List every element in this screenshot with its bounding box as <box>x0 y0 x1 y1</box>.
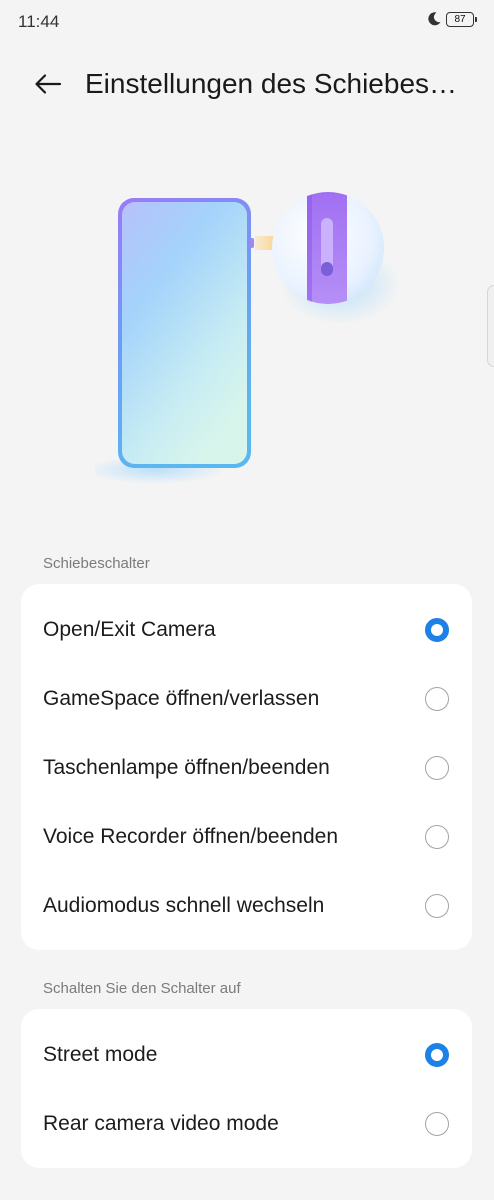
section-label-slider: Schiebeschalter <box>43 555 150 572</box>
option-label: Audiomodus schnell wechseln <box>43 893 325 917</box>
option-label: Open/Exit Camera <box>43 617 216 641</box>
radio-unselected[interactable] <box>425 824 449 849</box>
slider-illustration <box>95 192 400 484</box>
option-voice-recorder[interactable]: Voice Recorder öffnen/beenden <box>21 802 472 871</box>
radio-selected[interactable] <box>425 617 449 642</box>
option-label: Street mode <box>43 1042 158 1066</box>
option-label: Voice Recorder öffnen/beenden <box>43 824 339 848</box>
radio-unselected[interactable] <box>425 755 449 780</box>
radio-unselected[interactable] <box>425 893 449 918</box>
option-label: Rear camera video mode <box>43 1111 279 1135</box>
option-label: Taschenlampe öffnen/beenden <box>43 755 330 779</box>
status-bar: 11:44 87 <box>0 0 494 44</box>
status-time: 11:44 <box>18 12 60 31</box>
option-gamespace[interactable]: GameSpace öffnen/verlassen <box>21 664 472 733</box>
radio-selected[interactable] <box>425 1042 449 1067</box>
back-button[interactable] <box>28 66 68 102</box>
battery-level: 87 <box>454 13 466 25</box>
option-street-mode[interactable]: Street mode <box>21 1020 472 1089</box>
moon-icon <box>428 12 441 26</box>
page-title: Einstellungen des Schiebeschalters <box>85 68 470 99</box>
option-rear-camera-video[interactable]: Rear camera video mode <box>21 1089 472 1158</box>
phone-screen <box>122 202 247 464</box>
section-label-switch-mode: Schalten Sie den Schalter auf <box>43 980 241 997</box>
option-audio-mode[interactable]: Audiomodus schnell wechseln <box>21 871 472 940</box>
option-flashlight[interactable]: Taschenlampe öffnen/beenden <box>21 733 472 802</box>
option-open-exit-camera[interactable]: Open/Exit Camera <box>21 595 472 664</box>
edge-panel-handle[interactable] <box>487 285 494 367</box>
radio-unselected[interactable] <box>425 686 449 711</box>
slider-options-card: Open/Exit Camera GameSpace öffnen/verlas… <box>21 584 472 950</box>
option-label: GameSpace öffnen/verlassen <box>43 686 320 710</box>
switch-mode-card: Street mode Rear camera video mode <box>21 1009 472 1168</box>
battery-icon: 87 <box>446 11 477 27</box>
header: Einstellungen des Schiebeschalters <box>0 56 494 112</box>
arrow-left-icon <box>35 74 62 94</box>
status-icons: 87 <box>426 11 477 27</box>
radio-unselected[interactable] <box>425 1111 449 1136</box>
